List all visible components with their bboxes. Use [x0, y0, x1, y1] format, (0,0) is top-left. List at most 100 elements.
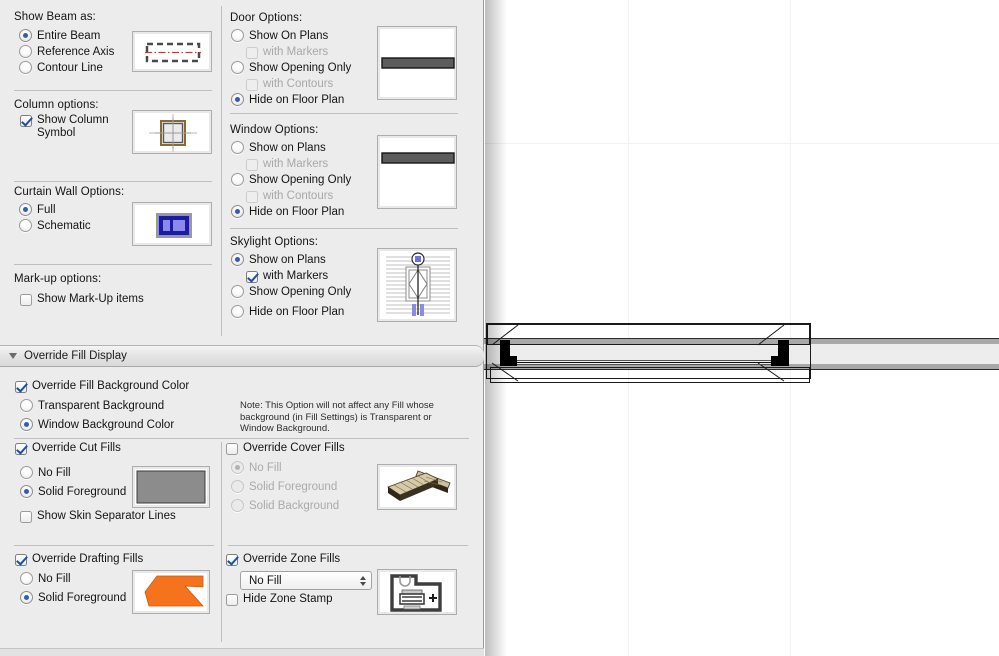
radio-indicator — [20, 418, 33, 431]
radio-curtain-wall-schematic[interactable]: Schematic — [19, 219, 91, 232]
radio-label: Hide on Floor Plan — [249, 93, 345, 106]
column-section-header: Column options: — [14, 99, 99, 111]
radio-indicator — [20, 572, 33, 585]
checkbox-label: Show Mark-Up items — [37, 293, 144, 305]
column-divider — [221, 6, 222, 336]
radio-label: Hide on Floor Plan — [249, 205, 345, 218]
checkbox-label: Override Drafting Fills — [32, 553, 144, 565]
override-fill-display-disclosure[interactable]: Override Fill Display — [0, 345, 484, 367]
radio-drafting-fill-solid-foreground[interactable]: Solid Foreground — [20, 591, 126, 604]
radio-door-hide-on-floor-plan[interactable]: Hide on Floor Plan — [231, 93, 344, 106]
column-symbol-graphic — [149, 114, 197, 152]
radio-reference-axis[interactable]: Reference Axis — [19, 45, 114, 58]
checkbox-label: Override Fill Background Color — [32, 380, 190, 392]
radio-indicator — [19, 45, 32, 58]
checkbox-override-cut-fills[interactable]: Override Cut Fills — [15, 442, 121, 455]
radio-label: Schematic — [37, 219, 91, 232]
radio-indicator — [231, 285, 244, 298]
window-opening-assembly[interactable] — [484, 323, 814, 385]
checkbox-show-column-symbol[interactable]: Show Column Symbol — [20, 114, 125, 140]
window-glazing-line — [514, 364, 774, 365]
radio-skylight-show-on-plans[interactable]: Show on Plans — [231, 253, 326, 266]
radio-indicator — [231, 205, 244, 218]
radio-label: No Fill — [38, 572, 71, 585]
zone-fill-select-value: No Fill — [249, 574, 282, 587]
radio-label: Solid Background — [249, 499, 340, 512]
divider — [14, 438, 469, 439]
door-section-header: Door Options: — [230, 12, 303, 24]
checkbox-indicator — [226, 554, 238, 566]
radio-indicator — [20, 399, 33, 412]
checkbox-door-with-markers: with Markers — [246, 46, 328, 59]
radio-label: Full — [37, 203, 56, 216]
radio-label: Show Opening Only — [249, 173, 352, 186]
checkbox-override-drafting-fills[interactable]: Override Drafting Fills — [15, 553, 143, 566]
checkbox-indicator — [20, 511, 32, 523]
chevron-down-icon — [9, 353, 17, 359]
zone-fill-select[interactable]: No Fill — [240, 571, 372, 590]
checkbox-show-skin-separator-lines[interactable]: Show Skin Separator Lines — [20, 510, 176, 523]
stepper-arrows-icon — [360, 575, 366, 586]
divider — [230, 228, 458, 229]
radio-label: No Fill — [249, 461, 282, 474]
window-section-header: Window Options: — [230, 124, 319, 136]
checkbox-door-with-contours: with Contours — [246, 78, 333, 91]
door-preview-graphic — [381, 57, 455, 69]
checkbox-hide-zone-stamp[interactable]: Hide Zone Stamp — [226, 593, 333, 606]
divider — [230, 113, 458, 114]
radio-door-show-on-plans[interactable]: Show On Plans — [231, 29, 328, 42]
radio-indicator — [19, 219, 32, 232]
checkbox-override-zone-fills[interactable]: Override Zone Fills — [226, 553, 340, 566]
checkbox-indicator — [246, 79, 258, 91]
checkbox-label: Show Column Symbol — [37, 114, 109, 139]
checkbox-override-fill-background-color[interactable]: Override Fill Background Color — [15, 380, 189, 393]
divider — [14, 545, 214, 546]
radio-label: Entire Beam — [37, 29, 101, 42]
radio-indicator — [231, 305, 244, 318]
checkbox-indicator — [20, 115, 32, 127]
radio-indicator — [231, 141, 244, 154]
radio-indicator — [231, 480, 244, 493]
panel-bottom-strip — [0, 648, 484, 656]
radio-indicator — [231, 461, 244, 474]
skylight-section-header: Skylight Options: — [230, 236, 318, 248]
floor-plan-canvas[interactable] — [484, 0, 999, 656]
window-preview-graphic — [381, 152, 455, 164]
radio-cut-fill-no-fill[interactable]: No Fill — [20, 466, 71, 479]
checkbox-indicator — [246, 159, 258, 171]
radio-label: Solid Foreground — [249, 480, 338, 493]
window-glazing-line — [514, 360, 774, 361]
checkbox-override-cover-fills[interactable]: Override Cover Fills — [226, 442, 345, 455]
checkbox-label: Override Cut Fills — [32, 442, 121, 454]
radio-window-show-on-plans[interactable]: Show on Plans — [231, 141, 326, 154]
beam-preview — [132, 31, 212, 72]
checkbox-label: with Contours — [263, 190, 334, 202]
radio-door-show-opening-only[interactable]: Show Opening Only — [231, 61, 351, 74]
checkbox-skylight-with-markers[interactable]: with Markers — [246, 270, 328, 283]
window-preview — [377, 135, 457, 209]
radio-transparent-background[interactable]: Transparent Background — [20, 399, 164, 412]
radio-drafting-fill-no-fill[interactable]: No Fill — [20, 572, 71, 585]
drafting-fill-preview — [132, 570, 210, 614]
radio-curtain-wall-full[interactable]: Full — [19, 203, 56, 216]
radio-contour-line[interactable]: Contour Line — [19, 61, 103, 74]
radio-window-background-color[interactable]: Window Background Color — [20, 418, 174, 431]
radio-label: Show On Plans — [249, 29, 329, 42]
radio-label: Show on Plans — [249, 141, 326, 154]
radio-skylight-hide-on-floor-plan[interactable]: Hide on Floor Plan — [231, 305, 344, 318]
cut-fill-preview — [132, 466, 210, 508]
checkbox-indicator — [246, 47, 258, 59]
checkbox-label: Override Zone Fills — [243, 553, 341, 565]
radio-window-show-opening-only[interactable]: Show Opening Only — [231, 173, 351, 186]
radio-cut-fill-solid-foreground[interactable]: Solid Foreground — [20, 485, 126, 498]
radio-window-hide-on-floor-plan[interactable]: Hide on Floor Plan — [231, 205, 344, 218]
radio-skylight-show-opening-only[interactable]: Show Opening Only — [231, 285, 351, 298]
radio-label: Transparent Background — [38, 399, 165, 412]
radio-indicator — [19, 61, 32, 74]
checkbox-indicator — [226, 443, 238, 455]
radio-indicator — [231, 173, 244, 186]
window-jamb-right — [778, 340, 789, 366]
radio-indicator — [19, 29, 32, 42]
radio-entire-beam[interactable]: Entire Beam — [19, 29, 100, 42]
checkbox-show-markup-items[interactable]: Show Mark-Up items — [20, 293, 144, 306]
